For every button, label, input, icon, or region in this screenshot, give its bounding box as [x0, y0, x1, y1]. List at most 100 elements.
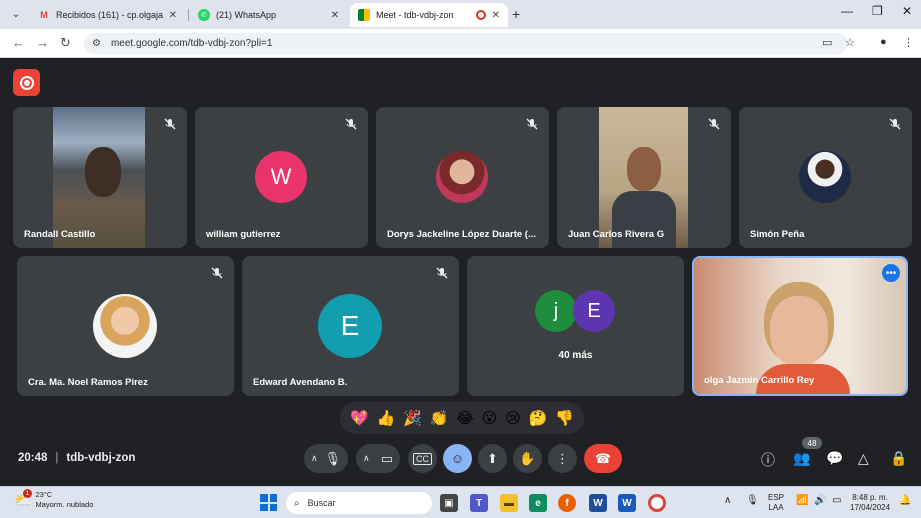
recording-indicator-icon [475, 10, 486, 20]
teams-icon[interactable]: T [470, 494, 488, 512]
chevron-up-icon[interactable]: ∧ [363, 453, 370, 464]
tab-title: Recibidos (161) - cp.olgajazmin [56, 10, 163, 20]
wifi-icon[interactable]: 📶 [796, 496, 808, 506]
participant-tile[interactable]: E Edward Avendano B. [242, 256, 459, 396]
reaction-party[interactable]: 🎉 [403, 409, 422, 427]
participant-avatar: E [318, 294, 382, 358]
reaction-sad[interactable]: 😢 [505, 409, 521, 427]
bookmark-star-icon[interactable]: ☆ [845, 36, 855, 49]
reactions-button[interactable]: ☺ [443, 444, 472, 473]
omnibox[interactable]: ⚙ meet.google.com/tdb-vdbj-zon?pli=1 [84, 33, 848, 54]
chrome-menu-icon[interactable]: ⋮ [903, 36, 914, 49]
close-tab-icon[interactable]: ✕ [492, 10, 500, 21]
firefox-icon[interactable]: f [558, 494, 576, 512]
captions-button[interactable]: CC [408, 444, 437, 473]
word-icon[interactable]: W [618, 494, 636, 512]
close-tab-icon[interactable]: ✕ [331, 10, 339, 21]
chevron-up-icon[interactable]: ∧ [311, 453, 318, 464]
participant-count-badge: 48 [802, 437, 822, 449]
profile-avatar[interactable]: ● [880, 36, 887, 48]
tray-chevron-icon[interactable]: ∧ [724, 496, 731, 506]
self-tile[interactable]: ••• olga Jazmin Carrillo Rey [692, 256, 908, 396]
taskbar-search[interactable]: ⌕ Buscar [286, 492, 432, 514]
tab-title: (21) WhatsApp [216, 10, 277, 20]
leave-call-button[interactable]: ☎ [584, 444, 622, 473]
camera-control[interactable]: ∧ ▭ [356, 444, 400, 473]
app-icon[interactable]: W [589, 494, 607, 512]
new-tab-plus-icon[interactable]: + [512, 6, 520, 22]
present-button[interactable]: ⬆ [478, 444, 507, 473]
meeting-details-icon[interactable]: ⓘ [761, 450, 775, 470]
tab-search-chevron-icon[interactable]: ⌄ [6, 5, 26, 23]
minimize-icon[interactable]: — [841, 4, 853, 18]
participant-name: olga Jazmin Carrillo Rey [704, 375, 815, 386]
reaction-thinking[interactable]: 🤔 [529, 409, 548, 427]
participant-name: Randall Castillo [24, 229, 96, 240]
volume-icon[interactable]: 🔊 [814, 496, 826, 506]
people-icon[interactable]: 👥 [793, 450, 810, 467]
participant-photo [436, 151, 488, 203]
battery-icon[interactable]: ▭ [832, 496, 841, 506]
mic-off-icon [526, 118, 538, 130]
meeting-info: 20:48 | tdb-vdbj-zon [18, 452, 135, 464]
participant-avatar: W [255, 151, 307, 203]
close-window-icon[interactable]: ✕ [902, 4, 912, 18]
maximize-icon[interactable]: ❐ [872, 4, 883, 18]
raise-hand-button[interactable]: ✋ [513, 444, 542, 473]
clock-date: 17/04/2024 [850, 503, 891, 512]
participant-tile[interactable]: Cra. Ma. Noel Ramos Pirez [17, 256, 234, 396]
participant-tile[interactable]: Simón Peña [739, 107, 912, 248]
reaction-clap[interactable]: 👏 [430, 409, 449, 427]
search-icon: ⌕ [294, 497, 300, 509]
windows-start-icon[interactable] [260, 494, 277, 511]
weather-widget[interactable]: ⛅ 1 23°C Mayorm. nublado [14, 489, 93, 510]
forward-arrow-icon[interactable]: → [36, 35, 49, 50]
keyboard-layout: LAA [768, 503, 784, 512]
participant-tile[interactable]: Randall Castillo [13, 107, 187, 248]
others-tile[interactable]: j E 40 más [467, 256, 684, 396]
meeting-code: tdb-vdbj-zon [66, 452, 136, 464]
participant-tile[interactable]: W william gutierrez [195, 107, 368, 248]
more-options-button[interactable]: ⋮ [548, 444, 577, 473]
language-indicator[interactable]: ESP LAA [768, 493, 784, 513]
participant-name: Juan Carlos Rivera G [568, 229, 665, 240]
task-view-icon[interactable]: ▣ [440, 494, 458, 512]
more-options-icon[interactable]: ••• [882, 264, 900, 282]
reload-icon[interactable]: ↻ [60, 35, 71, 51]
record-icon [19, 75, 34, 90]
edge-icon[interactable]: e [529, 494, 547, 512]
camera-in-use-icon[interactable]: ▭ [822, 36, 832, 49]
meet-icon [358, 9, 370, 21]
participant-tile[interactable]: Dorys Jackeline López Duarte (... [376, 107, 549, 248]
tab-gmail[interactable]: M Recibidos (161) - cp.olgajazmin ✕ [30, 3, 185, 27]
close-tab-icon[interactable]: ✕ [169, 10, 177, 21]
hand-icon: ✋ [519, 450, 536, 466]
meeting-time: 20:48 [18, 452, 48, 464]
chat-icon[interactable]: 💬 [826, 450, 843, 467]
system-clock[interactable]: 8:48 p. m. 17/04/2024 [850, 493, 890, 513]
reaction-thumbs-up[interactable]: 👍 [377, 409, 396, 427]
reaction-surprised[interactable]: 😮 [482, 409, 498, 427]
reaction-laugh[interactable]: 😂 [456, 409, 474, 427]
microphone-icon[interactable]: 🎙 [324, 451, 341, 467]
activities-icon[interactable]: △ [858, 450, 869, 467]
host-controls-icon[interactable]: 🔒 [890, 450, 907, 467]
file-explorer-icon[interactable]: ▬ [500, 494, 518, 512]
reaction-heart[interactable]: 💖 [350, 409, 369, 427]
back-arrow-icon[interactable]: ← [12, 35, 25, 50]
tab-whatsapp[interactable]: ✆ (21) WhatsApp ✕ [190, 3, 347, 27]
more-participants-label: 40 más [558, 350, 593, 361]
site-info-icon[interactable]: ⚙ [92, 38, 101, 49]
reaction-thumbs-down[interactable]: 👎 [555, 409, 574, 427]
participant-name: Edward Avendano B. [253, 377, 348, 388]
mic-off-icon [211, 267, 223, 279]
microphone-control[interactable]: ∧ 🎙 [304, 444, 348, 473]
tab-meet[interactable]: Meet - tdb-vdbj-zon ✕ [350, 3, 508, 27]
notification-bell-icon[interactable]: 🔔 [899, 496, 911, 506]
camera-icon[interactable]: ▭ [381, 451, 393, 467]
recording-button[interactable] [13, 69, 40, 96]
chrome-icon[interactable] [648, 494, 666, 512]
notification-badge: 1 [23, 489, 32, 498]
tray-mic-icon[interactable]: 🎙 [746, 496, 759, 506]
participant-tile[interactable]: Juan Carlos Rivera G [557, 107, 731, 248]
